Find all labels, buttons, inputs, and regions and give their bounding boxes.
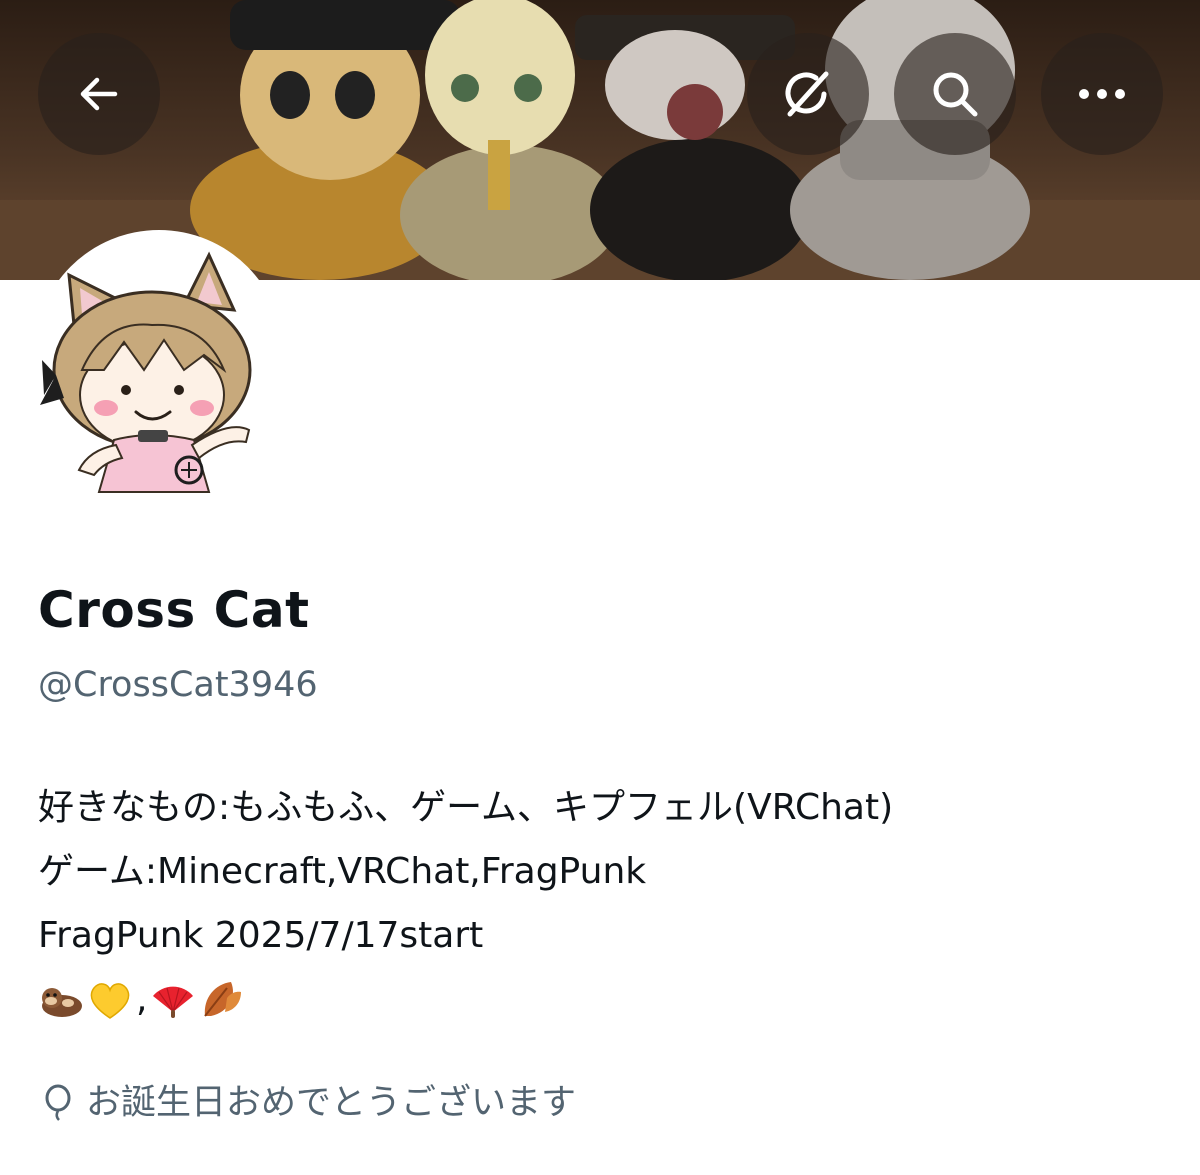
bio-line: 好きなもの:もふもふ、ゲーム、キプフェル(VRChat) bbox=[38, 787, 894, 828]
profile-birthday-row: お誕生日おめでとうございます bbox=[38, 1080, 576, 1126]
search-icon bbox=[933, 72, 978, 117]
translate-button[interactable] bbox=[747, 33, 869, 155]
bio-emoji-line: , bbox=[38, 968, 1168, 1032]
otter-emoji bbox=[38, 976, 86, 1024]
user-handle: @CrossCat3946 bbox=[38, 665, 318, 705]
fallen-leaf-emoji bbox=[197, 976, 245, 1024]
back-button[interactable] bbox=[38, 33, 160, 155]
bio-line: FragPunk 2025/7/17start bbox=[38, 915, 484, 956]
search-button[interactable] bbox=[894, 33, 1016, 155]
more-options-button[interactable] bbox=[1041, 33, 1163, 155]
balloon-icon bbox=[45, 1084, 71, 1121]
more-horizontal-icon bbox=[1079, 89, 1125, 99]
yellow-heart-emoji bbox=[86, 976, 134, 1024]
avatar-image bbox=[40, 251, 252, 493]
profile-avatar[interactable] bbox=[34, 230, 284, 495]
profile-bio: 好きなもの:もふもふ、ゲーム、キプフェル(VRChat) ゲーム:Minecra… bbox=[38, 776, 1168, 1032]
display-name: Cross Cat bbox=[38, 581, 310, 639]
folding-fan-emoji bbox=[149, 976, 197, 1024]
emoji-separator: , bbox=[136, 979, 148, 1020]
birthday-text: お誕生日おめでとうございます bbox=[86, 1083, 577, 1123]
grok-translate-icon bbox=[785, 71, 829, 117]
arrow-left-icon bbox=[80, 77, 118, 111]
bio-line: ゲーム:Minecraft,VRChat,FragPunk bbox=[38, 851, 647, 892]
